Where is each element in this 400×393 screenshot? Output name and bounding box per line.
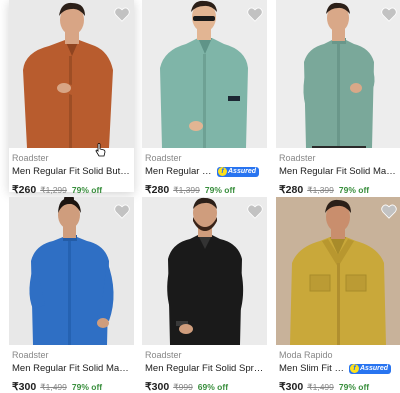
product-discount: 79% off bbox=[338, 185, 370, 195]
product-title[interactable]: Men Slim Fit Solid Casual Shirt bbox=[279, 362, 347, 375]
product-price: ₹300 bbox=[145, 381, 170, 393]
wishlist-heart-icon[interactable] bbox=[114, 7, 130, 22]
wishlist-heart-icon[interactable] bbox=[114, 204, 130, 219]
product-image[interactable] bbox=[276, 0, 400, 148]
product-brand: Roadster bbox=[145, 153, 182, 163]
wishlist-heart-icon[interactable] bbox=[247, 204, 263, 219]
product-card[interactable]: Roadster Men Regular Fit Solid Mandarin … bbox=[9, 197, 134, 393]
hand-cursor-icon bbox=[95, 143, 106, 162]
product-brand: Roadster bbox=[12, 153, 49, 163]
product-brand: Roadster bbox=[279, 153, 316, 163]
product-price: ₹300 bbox=[279, 381, 304, 393]
assured-badge: f Assured bbox=[349, 363, 392, 374]
product-discount: 79% off bbox=[204, 185, 236, 195]
product-image[interactable] bbox=[9, 197, 134, 345]
product-brand: Roadster bbox=[12, 350, 49, 360]
product-price: ₹260 bbox=[12, 184, 37, 196]
product-title[interactable]: Men Regular Fit Solid Mandarin Collar Ca… bbox=[279, 165, 399, 178]
product-mrp: ₹999 bbox=[173, 382, 193, 392]
product-brand: Roadster bbox=[145, 350, 182, 360]
product-mrp: ₹1,499 bbox=[40, 382, 67, 392]
product-card[interactable]: Roadster Men Regular Fit Solid Spread Co… bbox=[142, 197, 267, 393]
wishlist-heart-icon[interactable] bbox=[247, 7, 263, 22]
product-image[interactable] bbox=[142, 197, 267, 345]
product-discount: 79% off bbox=[71, 382, 103, 392]
product-card[interactable]: Roadster Men Regular Fit Solid Button Do… bbox=[9, 0, 134, 196]
product-image[interactable] bbox=[276, 197, 400, 345]
product-discount: 79% off bbox=[338, 382, 370, 392]
assured-icon: f bbox=[350, 364, 359, 373]
product-price: ₹280 bbox=[279, 184, 304, 196]
product-title[interactable]: Men Regular Fit Solid Casual Shirt bbox=[145, 165, 215, 178]
product-discount: 69% off bbox=[197, 382, 229, 392]
product-title[interactable]: Men Regular Fit Solid Button Down Collar… bbox=[12, 165, 132, 178]
product-image[interactable] bbox=[142, 0, 267, 148]
assured-icon: f bbox=[218, 167, 227, 176]
wishlist-heart-icon[interactable] bbox=[381, 204, 397, 219]
assured-badge: f Assured bbox=[217, 166, 260, 177]
product-card[interactable]: Roadster Men Regular Fit Solid Mandarin … bbox=[276, 0, 400, 196]
product-title[interactable]: Men Regular Fit Solid Mandarin Collar Ca… bbox=[12, 362, 132, 375]
product-mrp: ₹1,399 bbox=[307, 185, 334, 195]
product-price: ₹280 bbox=[145, 184, 170, 196]
assured-badge-label: Assured bbox=[360, 364, 389, 372]
product-mrp: ₹1,499 bbox=[307, 382, 334, 392]
wishlist-heart-icon[interactable] bbox=[381, 7, 397, 22]
product-price: ₹300 bbox=[12, 381, 37, 393]
product-card[interactable]: Moda Rapido Men Slim Fit Solid Casual Sh… bbox=[276, 197, 400, 393]
product-discount: 79% off bbox=[71, 185, 103, 195]
product-title[interactable]: Men Regular Fit Solid Spread Collar Casu… bbox=[145, 362, 265, 375]
product-mrp: ₹1,399 bbox=[173, 185, 200, 195]
product-brand: Moda Rapido bbox=[279, 350, 333, 360]
product-image[interactable] bbox=[9, 0, 134, 148]
product-card[interactable]: Roadster Men Regular Fit Solid Casual Sh… bbox=[142, 0, 267, 196]
assured-badge-label: Assured bbox=[228, 167, 257, 175]
product-mrp: ₹1,299 bbox=[40, 185, 67, 195]
